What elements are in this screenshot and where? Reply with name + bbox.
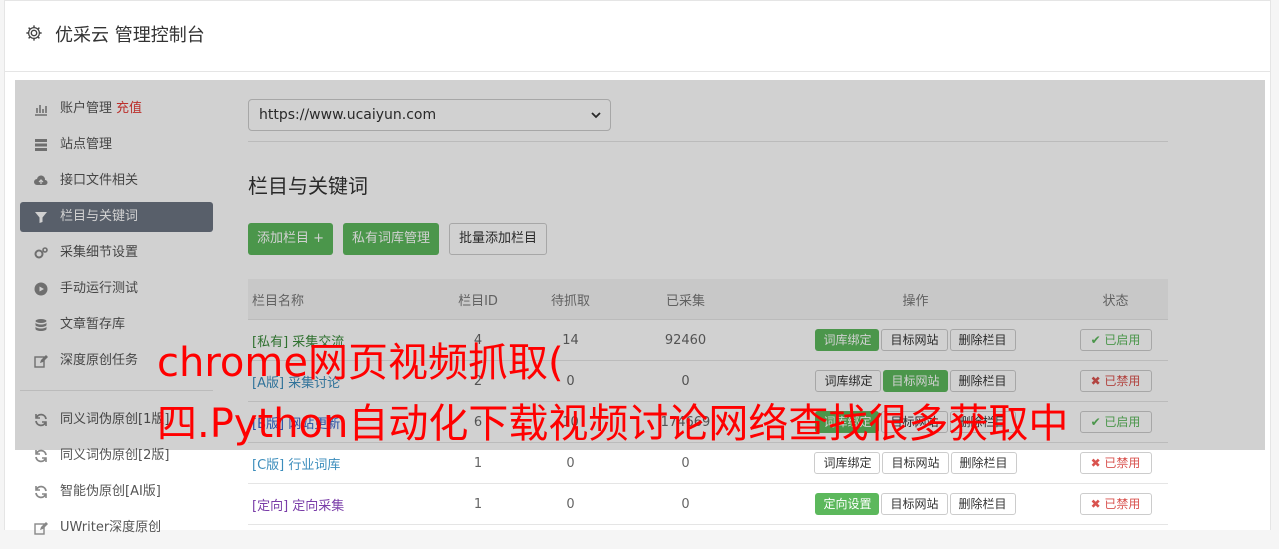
edit-icon	[34, 522, 48, 535]
table-header: 栏目名称 栏目ID 待抓取 已采集 操作 状态	[248, 279, 1168, 320]
column-collected: 0	[603, 442, 768, 484]
sidebar-item-article-store[interactable]: 文章暂存库	[20, 310, 213, 340]
sidebar-item-ai-rewrite[interactable]: 智能伪原创[AI版]	[20, 477, 213, 507]
sidebar-item-label: 深度原创任务	[60, 353, 139, 368]
sidebar-item-label: 智能伪原创[AI版]	[60, 484, 161, 499]
delete-column-button[interactable]: 删除栏目	[949, 493, 1016, 515]
bar-chart-icon	[35, 105, 47, 116]
sidebar-item-label: 站点管理	[60, 137, 113, 152]
header-name: 栏目名称	[248, 279, 418, 320]
bind-library-button[interactable]: 词库绑定	[815, 370, 882, 392]
column-collected: 0	[603, 483, 768, 525]
delete-column-button[interactable]: 删除栏目	[949, 329, 1016, 351]
batch-add-button[interactable]: 批量添加栏目	[449, 223, 548, 255]
database-icon	[35, 319, 47, 331]
overlay-caption-line2: 四.Python自动化下载视频讨论网络查找很多获取中	[157, 401, 1069, 447]
sidebar-item-uwriter[interactable]: UWriter深度原创	[20, 513, 213, 543]
top-bar: 优采云 管理控制台	[4, 0, 1271, 72]
sidebar-item-label: 采集细节设置	[60, 245, 139, 260]
column-collected: 0	[603, 360, 768, 402]
directed-settings-button[interactable]: 定向设置	[815, 493, 880, 515]
header-actions: 操作	[768, 279, 1063, 320]
column-name[interactable]: [定向] 定向采集	[252, 499, 344, 514]
main-content: https://www.ucaiyun.com 栏目与关键词 添加栏目 + 私有词…	[248, 99, 1168, 525]
sidebar-item-api-files[interactable]: 接口文件相关	[20, 166, 213, 196]
target-site-button[interactable]: 目标网站	[881, 493, 948, 515]
sidebar-item-label: 栏目与关键词	[60, 209, 139, 224]
status-toggle[interactable]: ✖ 已禁用	[1079, 370, 1152, 392]
sidebar-item-sites[interactable]: 站点管理	[20, 130, 213, 160]
header-id: 栏目ID	[418, 279, 538, 320]
bind-library-button[interactable]: 词库绑定	[815, 329, 880, 351]
column-name[interactable]: [C版] 行业词库	[252, 458, 340, 473]
page-title: 优采云 管理控制台	[55, 25, 205, 46]
sidebar-divider	[20, 390, 213, 391]
column-pending: 0	[538, 442, 603, 484]
target-site-button[interactable]: 目标网站	[882, 452, 949, 474]
target-site-button[interactable]: 目标网站	[881, 329, 948, 351]
gears-icon	[34, 247, 48, 259]
divider	[248, 141, 1168, 142]
bind-library-button[interactable]: 词库绑定	[814, 452, 881, 474]
sidebar-item-label: 文章暂存库	[60, 317, 126, 332]
delete-column-button[interactable]: 删除栏目	[949, 370, 1016, 392]
sidebar-item-account[interactable]: 账户管理 充值	[20, 94, 213, 124]
gear-icon	[26, 25, 42, 41]
delete-column-button[interactable]: 删除栏目	[950, 452, 1017, 474]
column-id: 1	[418, 442, 538, 484]
private-library-button[interactable]: 私有词库管理	[343, 223, 440, 255]
sidebar-item-label: 同义词伪原创[1版]	[60, 412, 170, 427]
play-circle-icon	[34, 282, 48, 296]
section-title: 栏目与关键词	[248, 174, 368, 198]
refresh-icon	[35, 449, 47, 463]
column-pending: 0	[538, 483, 603, 525]
filter-icon	[35, 212, 47, 223]
edit-icon	[34, 355, 48, 368]
table-row: [C版] 行业词库 1 0 0 词库绑定 目标网站 删除栏目 ✖ 已禁用	[248, 442, 1168, 484]
site-select[interactable]: https://www.ucaiyun.com	[248, 99, 611, 131]
sidebar-item-collect-settings[interactable]: 采集细节设置	[20, 238, 213, 268]
server-icon	[35, 139, 47, 151]
recharge-link[interactable]: 充值	[116, 101, 142, 116]
overlay-caption-line1: chrome网页视频抓取(	[157, 340, 564, 386]
header-status: 状态	[1063, 279, 1168, 320]
status-toggle[interactable]: ✔ 已启用	[1079, 329, 1152, 351]
header-pending: 待抓取	[538, 279, 603, 320]
chevron-down-icon	[591, 112, 601, 119]
header-collected: 已采集	[603, 279, 768, 320]
add-column-button[interactable]: 添加栏目 +	[248, 223, 334, 255]
sidebar-item-label: 同义词伪原创[2版]	[60, 448, 170, 463]
action-buttons: 添加栏目 + 私有词库管理 批量添加栏目	[248, 223, 1168, 257]
table-row: [定向] 定向采集 1 0 0 定向设置 目标网站 删除栏目 ✖ 已禁用	[248, 483, 1168, 525]
sidebar-item-columns[interactable]: 栏目与关键词	[20, 202, 213, 232]
refresh-icon	[35, 485, 47, 499]
sidebar-item-label: 账户管理	[60, 101, 113, 116]
status-toggle[interactable]: ✖ 已禁用	[1079, 493, 1152, 515]
target-site-button[interactable]: 目标网站	[883, 370, 948, 392]
refresh-icon	[35, 413, 47, 427]
site-select-value: https://www.ucaiyun.com	[259, 107, 437, 123]
status-toggle[interactable]: ✖ 已禁用	[1079, 452, 1152, 474]
cloud-upload-icon	[34, 175, 48, 185]
sidebar-item-label: 手动运行测试	[60, 281, 139, 296]
column-id: 1	[418, 483, 538, 525]
status-toggle[interactable]: ✔ 已启用	[1079, 411, 1152, 433]
sidebar-item-label: 接口文件相关	[60, 173, 139, 188]
sidebar: 账户管理 充值 站点管理 接口文件相关 栏目与关键词 采集细节设置 手动运行测试 …	[20, 94, 213, 549]
column-collected: 92460	[603, 319, 768, 361]
sidebar-item-label: UWriter深度原创	[60, 520, 162, 535]
sidebar-item-manual-run[interactable]: 手动运行测试	[20, 274, 213, 304]
